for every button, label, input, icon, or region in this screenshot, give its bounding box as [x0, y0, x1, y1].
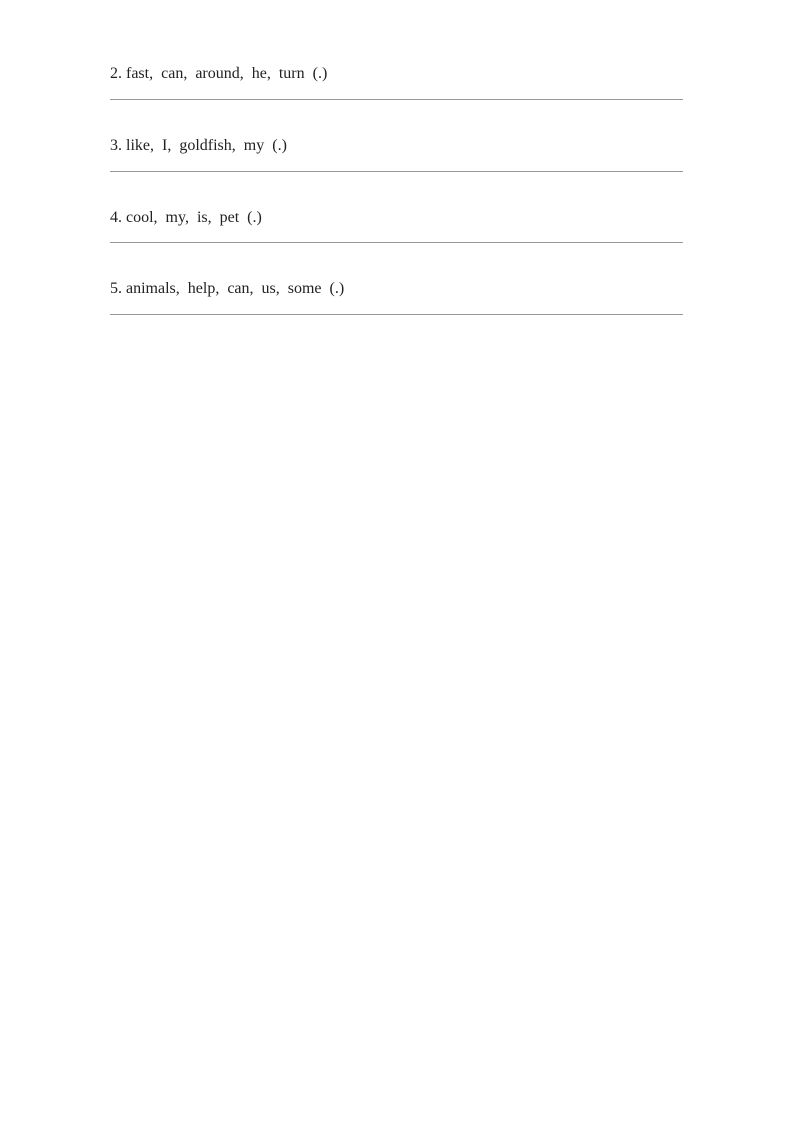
exercise-word: he,: [252, 60, 271, 89]
exercise-word: some: [288, 275, 322, 304]
exercise-word: (.): [272, 132, 287, 161]
exercise-word: my,: [166, 204, 189, 233]
exercise-word: I,: [162, 132, 171, 161]
exercise-word: around,: [195, 60, 243, 89]
exercise-number: 5.: [110, 275, 122, 304]
exercise-line-4: 5. animals, help, can, us, some (.): [110, 275, 683, 314]
exercise-item-1: 2. fast, can, around, he, turn (.): [110, 60, 683, 100]
divider: [110, 314, 683, 315]
exercise-number: 3.: [110, 132, 122, 161]
exercise-word: is,: [197, 204, 212, 233]
exercise-item-2: 3. like, I, goldfish, my (.): [110, 132, 683, 172]
exercise-word: animals,: [126, 275, 180, 304]
exercise-item-3: 4. cool, my, is, pet (.): [110, 204, 683, 244]
exercise-word: cool,: [126, 204, 158, 233]
exercise-word: like,: [126, 132, 154, 161]
exercise-word: help,: [188, 275, 220, 304]
exercise-item-4: 5. animals, help, can, us, some (.): [110, 275, 683, 315]
exercise-word: us,: [262, 275, 280, 304]
exercise-word: (.): [330, 275, 345, 304]
exercise-line-3: 4. cool, my, is, pet (.): [110, 204, 683, 243]
exercise-word: goldfish,: [179, 132, 235, 161]
exercise-word: (.): [313, 60, 328, 89]
divider: [110, 171, 683, 172]
exercise-word: turn: [279, 60, 305, 89]
exercise-word: pet: [220, 204, 240, 233]
exercise-word: my: [244, 132, 264, 161]
exercise-number: 2.: [110, 60, 122, 89]
divider: [110, 99, 683, 100]
exercise-word: can,: [227, 275, 253, 304]
page: 2. fast, can, around, he, turn (.) 3. like, I, g…: [0, 0, 793, 1122]
divider: [110, 242, 683, 243]
exercise-word: can,: [161, 60, 187, 89]
exercise-number: 4.: [110, 204, 122, 233]
exercise-word: (.): [247, 204, 262, 233]
exercise-word: fast,: [126, 60, 153, 89]
exercise-line-1: 2. fast, can, around, he, turn (.): [110, 60, 683, 99]
exercise-line-2: 3. like, I, goldfish, my (.): [110, 132, 683, 171]
